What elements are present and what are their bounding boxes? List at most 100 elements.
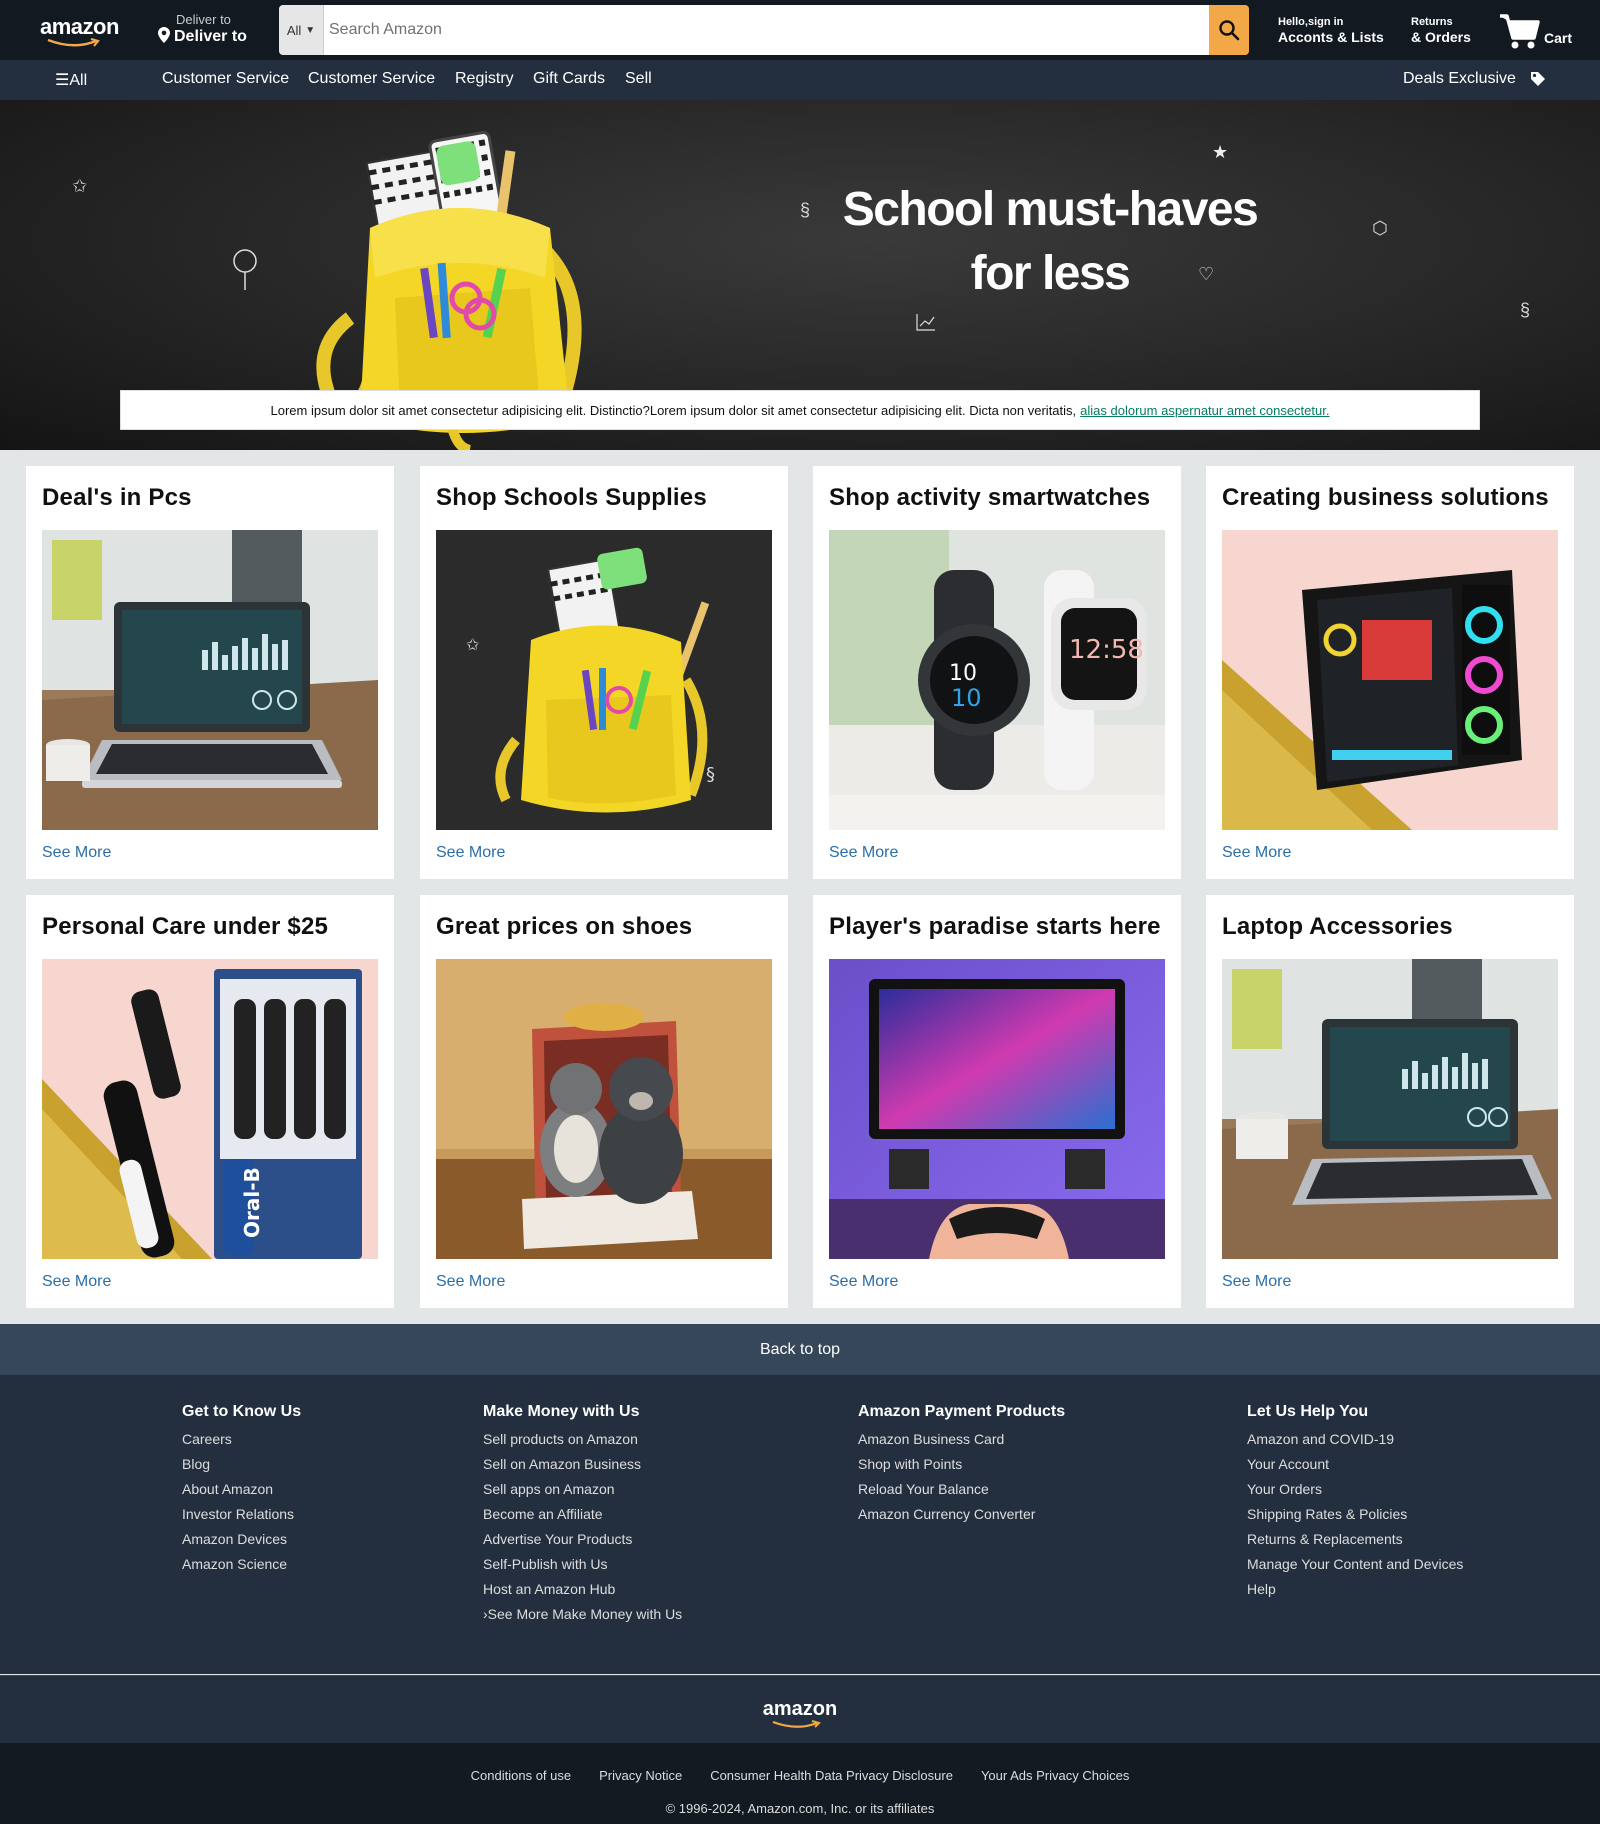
- copyright-text: © 1996-2024, Amazon.com, Inc. or its aff…: [665, 1801, 935, 1816]
- footer-link[interactable]: Shop with Points: [858, 1452, 1065, 1477]
- legal-link-ads-privacy[interactable]: Your Ads Privacy Choices: [981, 1768, 1129, 1783]
- nav-item-sell[interactable]: Sell: [625, 70, 652, 88]
- cart-icon: [1500, 14, 1540, 49]
- deals-exclusive-link[interactable]: Deals Exclusive: [1403, 70, 1546, 88]
- card-title: Deal's in Pcs: [42, 484, 192, 511]
- card-title: Shop Schools Supplies: [436, 484, 707, 511]
- svg-text:Oral-B: Oral-B: [240, 1167, 264, 1238]
- product-card[interactable]: Shop Schools Supplies ✩ § See More: [420, 466, 788, 879]
- footer-link[interactable]: Manage Your Content and Devices: [1247, 1552, 1463, 1577]
- toothbrushes-illustration: Oral-B: [42, 959, 378, 1259]
- product-card[interactable]: Player's paradise starts here See More: [813, 895, 1181, 1308]
- search-input[interactable]: [324, 5, 1209, 55]
- account-greeting: Hello,sign in: [1278, 16, 1344, 28]
- footer-link[interactable]: Sell apps on Amazon: [483, 1477, 682, 1502]
- footer-link[interactable]: Become an Affiliate: [483, 1502, 682, 1527]
- legal-links: Conditions of use Privacy Notice Consume…: [0, 1768, 1600, 1783]
- legal-link-health-privacy[interactable]: Consumer Health Data Privacy Disclosure: [710, 1768, 953, 1783]
- see-more-link[interactable]: See More: [436, 844, 505, 862]
- product-card[interactable]: Shop activity smartwatches 10 10 12:58 S…: [813, 466, 1181, 879]
- deals-label: Deals Exclusive: [1403, 70, 1516, 87]
- laptop-illustration: [42, 530, 378, 830]
- notice-link[interactable]: alias dolorum aspernatur amet consectetu…: [1080, 403, 1329, 418]
- nav-item-customer-service[interactable]: Customer Service: [162, 70, 289, 88]
- footer-link[interactable]: Host an Amazon Hub: [483, 1577, 682, 1602]
- see-more-link[interactable]: See More: [1222, 844, 1291, 862]
- footer-link[interactable]: Help: [1247, 1577, 1463, 1602]
- legal-link-privacy[interactable]: Privacy Notice: [599, 1768, 682, 1783]
- see-more-link[interactable]: See More: [42, 1273, 111, 1291]
- laptop-image[interactable]: [42, 530, 378, 830]
- footer-link[interactable]: Amazon Currency Converter: [858, 1502, 1065, 1527]
- toothbrushes-image[interactable]: Oral-B: [42, 959, 378, 1259]
- footer-column: Get to Know Us Careers Blog About Amazon…: [182, 1403, 301, 1577]
- footer-link[interactable]: Self-Publish with Us: [483, 1552, 682, 1577]
- footer-link[interactable]: Your Account: [1247, 1452, 1463, 1477]
- cart-label: Cart: [1544, 30, 1573, 46]
- footer-column-title: Get to Know Us: [182, 1403, 302, 1420]
- returns-orders[interactable]: Returns & Orders: [1411, 16, 1471, 46]
- gaming-image[interactable]: [829, 959, 1165, 1259]
- see-more-link[interactable]: See More: [1222, 1273, 1291, 1291]
- see-more-link[interactable]: See More: [42, 844, 111, 862]
- svg-text:§: §: [706, 764, 715, 785]
- smile-arrow-icon: [772, 1720, 821, 1728]
- svg-text:✩: ✩: [466, 635, 480, 654]
- card-title: Great prices on shoes: [436, 913, 693, 940]
- see-more-link[interactable]: See More: [829, 1273, 898, 1291]
- footer-link[interactable]: Amazon and COVID-19: [1247, 1427, 1463, 1452]
- footer-link[interactable]: Amazon Business Card: [858, 1427, 1065, 1452]
- account-lists-label: Acconts & Lists: [1278, 29, 1384, 45]
- smartwatches-image[interactable]: 10 10 12:58: [829, 530, 1165, 830]
- hero-headline: School must-haves for less: [830, 178, 1270, 306]
- footer-link[interactable]: Amazon Science: [182, 1552, 301, 1577]
- footer-link[interactable]: Returns & Replacements: [1247, 1527, 1463, 1552]
- footer-amazon-logo[interactable]: amazon: [763, 1698, 837, 1728]
- logo-wordmark: amazon: [40, 14, 119, 39]
- notice-text: Lorem ipsum dolor sit amet consectetur a…: [270, 402, 1077, 418]
- product-card[interactable]: Deal's in Pcs See More: [26, 466, 394, 879]
- cart-button[interactable]: Cart: [1498, 10, 1572, 50]
- footer-link[interactable]: Blog: [182, 1452, 301, 1477]
- footer-link[interactable]: About Amazon: [182, 1477, 301, 1502]
- star-doodle-icon: ★: [1212, 142, 1229, 162]
- laptop-accessories-image[interactable]: [1222, 959, 1558, 1259]
- see-more-link[interactable]: See More: [829, 844, 898, 862]
- footer-link[interactable]: Advertise Your Products: [483, 1527, 682, 1552]
- footer-logo-bar: amazon: [0, 1675, 1600, 1743]
- product-card[interactable]: Personal Care under $25 Oral-B See More: [26, 895, 394, 1308]
- search-category-label: All: [286, 22, 302, 38]
- footer-link[interactable]: Careers: [182, 1427, 301, 1452]
- product-card[interactable]: Great prices on shoes See More: [420, 895, 788, 1308]
- search-button[interactable]: [1209, 5, 1249, 55]
- footer-link[interactable]: Your Orders: [1247, 1477, 1463, 1502]
- footer-column-title: Let Us Help You: [1247, 1403, 1369, 1420]
- footer-link[interactable]: Shipping Rates & Policies: [1247, 1502, 1463, 1527]
- search-category-dropdown[interactable]: All ▼: [279, 5, 324, 55]
- legal-link-conditions[interactable]: Conditions of use: [471, 1768, 571, 1783]
- nav-item-registry[interactable]: Registry: [455, 70, 514, 88]
- footer-bottom: Conditions of use Privacy Notice Consume…: [0, 1743, 1600, 1824]
- account-lists[interactable]: Hello,sign in Acconts & Lists: [1278, 16, 1384, 46]
- footer-link[interactable]: Sell on Amazon Business: [483, 1452, 682, 1477]
- nav-item-gift-cards[interactable]: Gift Cards: [533, 70, 605, 88]
- nav-item-customer-service-2[interactable]: Customer Service: [308, 70, 435, 88]
- footer-link[interactable]: Amazon Devices: [182, 1527, 301, 1552]
- backpack-image[interactable]: ✩ §: [436, 530, 772, 830]
- footer-link[interactable]: ›See More Make Money with Us: [483, 1602, 682, 1627]
- product-card[interactable]: Laptop Accessories See More: [1206, 895, 1574, 1308]
- plush-toys-image[interactable]: [436, 959, 772, 1259]
- footer-link[interactable]: Reload Your Balance: [858, 1477, 1065, 1502]
- footer-link[interactable]: Sell products on Amazon: [483, 1427, 682, 1452]
- deliver-label: Deliver to: [176, 12, 231, 27]
- back-to-top-button[interactable]: Back to top: [0, 1324, 1600, 1375]
- svg-text:12:58: 12:58: [1069, 635, 1144, 665]
- footer-link[interactable]: Investor Relations: [182, 1502, 301, 1527]
- pc-tower-image[interactable]: [1222, 530, 1558, 830]
- deliver-to[interactable]: Deliver to Deliver to: [158, 12, 266, 46]
- amazon-logo[interactable]: amazon: [40, 14, 130, 48]
- product-card[interactable]: Creating business solutions See More: [1206, 466, 1574, 879]
- chart-doodle-icon: [916, 314, 935, 331]
- all-menu-button[interactable]: ☰All: [55, 70, 87, 90]
- see-more-link[interactable]: See More: [436, 1273, 505, 1291]
